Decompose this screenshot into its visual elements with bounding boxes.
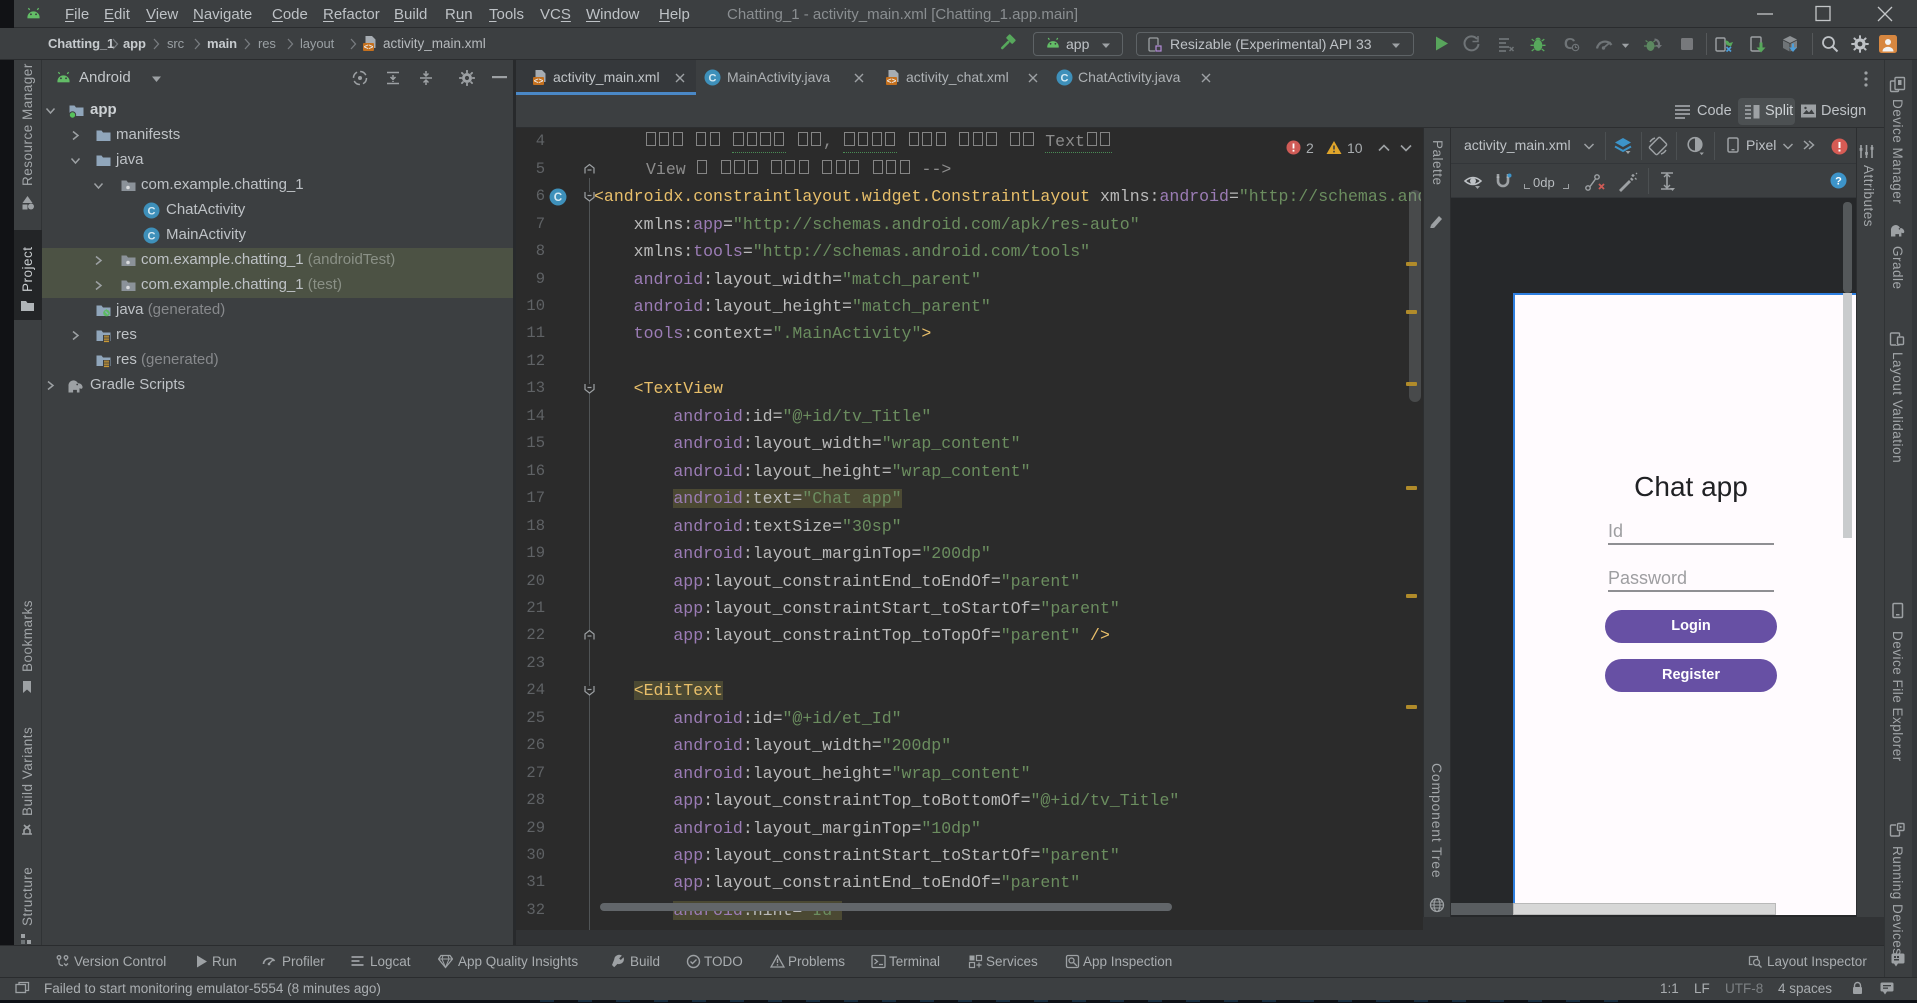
svg-text:C: C: [148, 231, 156, 243]
svg-text:<>: <>: [887, 78, 897, 87]
svg-text:C: C: [148, 206, 156, 218]
svg-text:<>: <>: [534, 78, 544, 87]
svg-text:C: C: [1061, 73, 1069, 85]
svg-text:?: ?: [1835, 176, 1842, 188]
svg-text:<>: <>: [364, 44, 374, 53]
svg-text:C: C: [554, 191, 563, 204]
svg-text:C: C: [709, 73, 717, 85]
